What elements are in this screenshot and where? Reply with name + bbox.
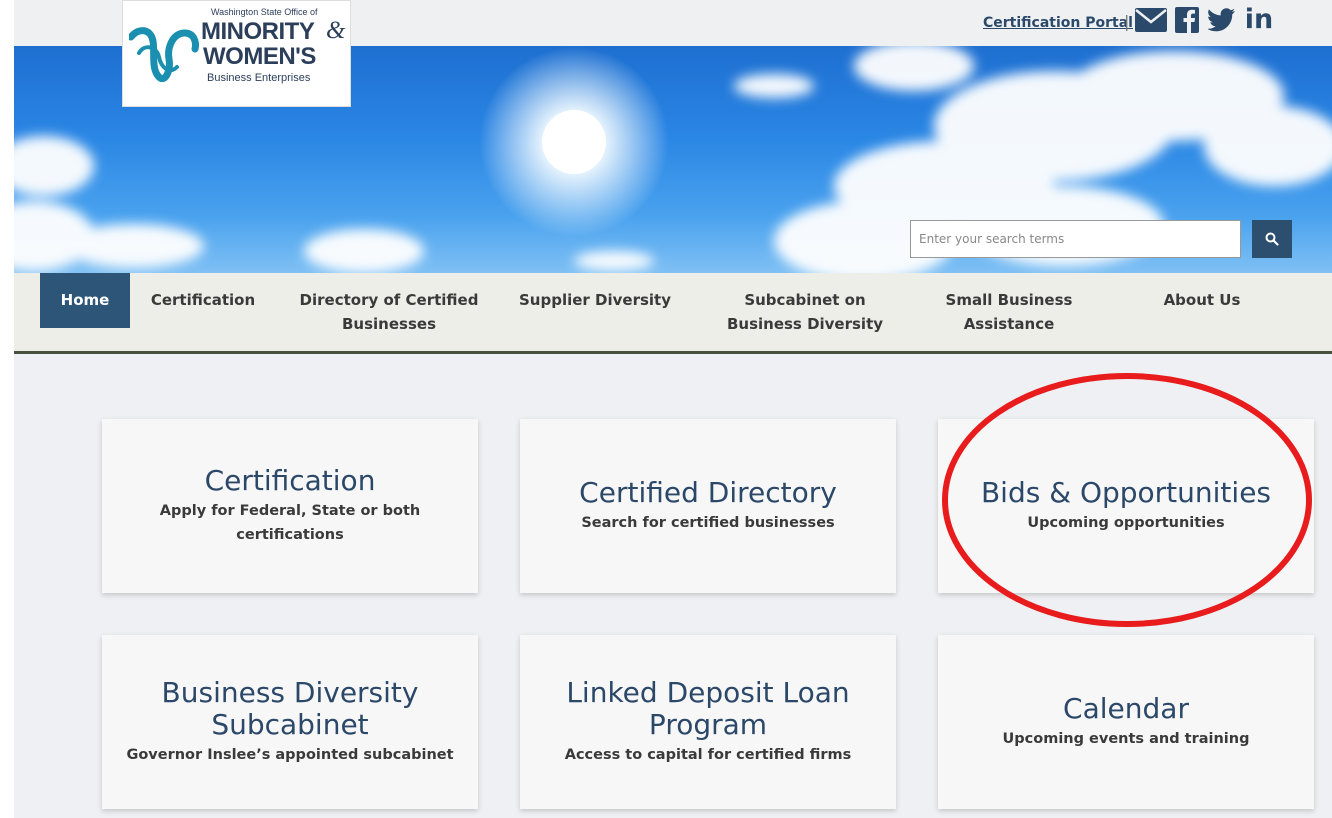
tile-title: Calendar <box>1063 692 1189 725</box>
page: Certification Portal | in Washington Sta… <box>14 0 1332 818</box>
nav-subcabinet-on-business-diversity[interactable]: Subcabinet on Business Diversity <box>714 273 896 351</box>
nav-supplier-diversity[interactable]: Supplier Diversity <box>510 273 680 351</box>
main-nav: Home Certification Directory of Certifie… <box>14 273 1332 354</box>
tile-title: Certification <box>204 464 376 497</box>
search-button[interactable] <box>1252 220 1292 258</box>
tile-subtitle: Upcoming opportunities <box>1027 515 1225 531</box>
linkedin-icon[interactable]: in <box>1242 6 1276 34</box>
tile-subtitle: Upcoming events and training <box>1002 731 1250 747</box>
nav-small-business-assistance[interactable]: Small Business Assistance <box>934 273 1084 351</box>
tile-linked-deposit-loan-program[interactable]: Linked Deposit Loan Program Access to ca… <box>520 635 896 809</box>
tile-title: Bids & Opportunities <box>980 476 1272 509</box>
logo-business-text: Business Enterprises <box>207 72 311 84</box>
logo-womens-text: WOMEN'S <box>203 43 316 70</box>
tile-business-diversity-subcabinet[interactable]: Business Diversity Subcabinet Governor I… <box>102 635 478 809</box>
nav-certification[interactable]: Certification <box>140 273 266 351</box>
tile-bids-opportunities[interactable]: Bids & Opportunities Upcoming opportunit… <box>938 419 1314 593</box>
tile-certification[interactable]: Certification Apply for Federal, State o… <box>102 419 478 593</box>
tile-subtitle: Access to capital for certified firms <box>564 747 852 763</box>
search-icon <box>1265 232 1279 246</box>
tile-title: Certified Directory <box>579 476 837 509</box>
tile-subtitle: Governor Inslee’s appointed subcabinet <box>126 747 454 763</box>
facebook-icon[interactable] <box>1174 6 1200 34</box>
logo-minority-text: MINORITY <box>201 18 315 45</box>
nav-home[interactable]: Home <box>40 273 130 328</box>
tile-calendar[interactable]: Calendar Upcoming events and training <box>938 635 1314 809</box>
logo-small-text: Washington State Office of <box>211 7 318 17</box>
certification-portal-link[interactable]: Certification Portal <box>983 15 1133 31</box>
logo-w-mark-icon <box>129 27 199 82</box>
search-input[interactable] <box>910 220 1241 258</box>
tile-title: Linked Deposit Loan Program <box>566 676 850 741</box>
site-logo[interactable]: Washington State Office of MINORITY & WO… <box>122 0 351 107</box>
tile-title: Business Diversity Subcabinet <box>161 676 419 741</box>
nav-about-us[interactable]: About Us <box>1154 273 1250 351</box>
email-icon[interactable] <box>1134 6 1168 34</box>
twitter-icon[interactable] <box>1207 6 1237 34</box>
nav-directory-of-certified-businesses[interactable]: Directory of Certified Businesses <box>286 273 492 351</box>
separator: | <box>1124 12 1130 31</box>
tile-subtitle: Search for certified businesses <box>581 515 835 531</box>
tile-certified-directory[interactable]: Certified Directory Search for certified… <box>520 419 896 593</box>
logo-ampersand: & <box>326 17 346 44</box>
tile-subtitle: Apply for Federal, State or both certifi… <box>159 503 421 543</box>
